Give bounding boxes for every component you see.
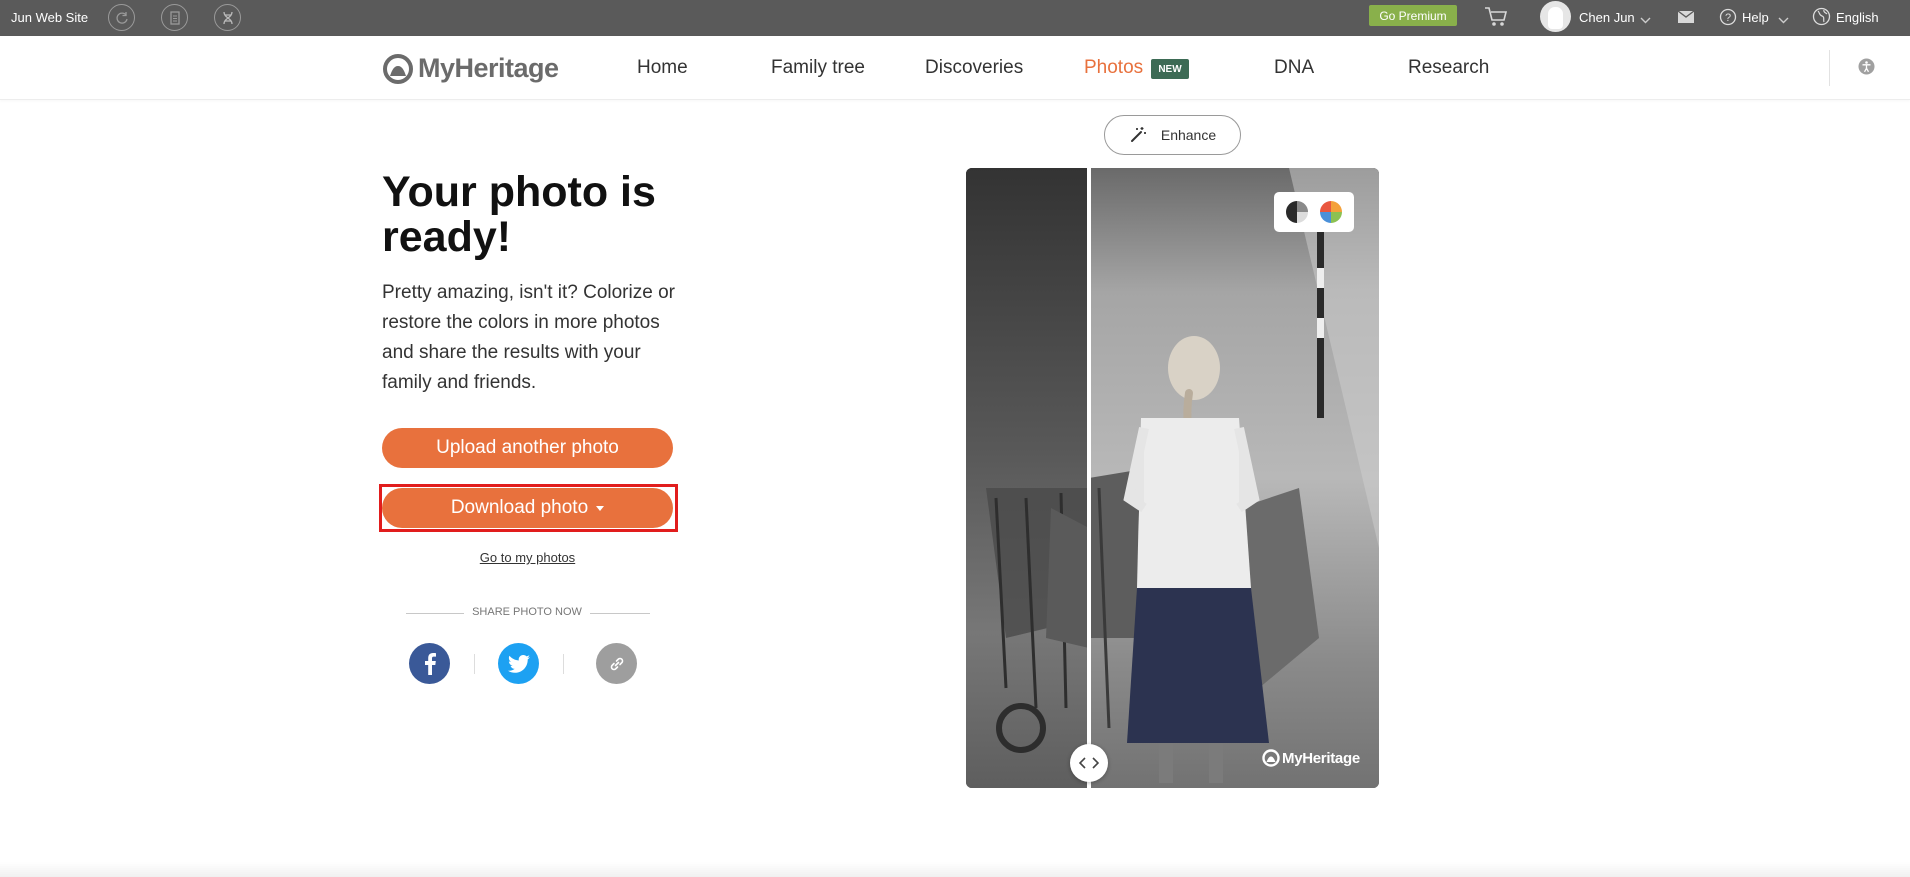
footer-shadow bbox=[0, 862, 1910, 877]
social-divider bbox=[563, 654, 564, 674]
help-menu[interactable]: Help bbox=[1742, 10, 1769, 25]
help-icon[interactable]: ? bbox=[1719, 8, 1737, 29]
accessibility-icon[interactable] bbox=[1858, 58, 1875, 80]
facebook-icon bbox=[424, 652, 436, 675]
drag-arrows-icon bbox=[1079, 757, 1099, 769]
logo-text: MyHeritage bbox=[418, 53, 559, 83]
photo-comparison-viewer[interactable]: MyHeritage bbox=[966, 168, 1379, 788]
chevron-down-icon[interactable] bbox=[1778, 12, 1789, 27]
avatar[interactable] bbox=[1540, 1, 1571, 32]
nav-discoveries[interactable]: Discoveries bbox=[925, 57, 1023, 79]
nav-family-tree[interactable]: Family tree bbox=[771, 57, 865, 79]
share-divider-left bbox=[406, 613, 464, 614]
globe-icon[interactable] bbox=[1812, 7, 1831, 29]
color-mode-toggle[interactable] bbox=[1274, 192, 1354, 232]
site-name-link[interactable]: Jun Web Site bbox=[11, 10, 88, 25]
logo-icon bbox=[383, 53, 413, 84]
page-description: Pretty amazing, isn't it? Colorize or re… bbox=[382, 282, 675, 393]
enhance-label: Enhance bbox=[1160, 127, 1217, 143]
upload-button-label: Upload another photo bbox=[436, 437, 619, 458]
myheritage-watermark: MyHeritage bbox=[1262, 749, 1360, 767]
colorized-photo-half bbox=[1089, 168, 1379, 788]
comparison-divider[interactable] bbox=[1087, 168, 1091, 788]
watermark-text: MyHeritage bbox=[1282, 749, 1360, 767]
upload-another-photo-button[interactable]: Upload another photo bbox=[382, 428, 673, 468]
dna-icon[interactable] bbox=[214, 4, 241, 31]
link-icon bbox=[610, 657, 623, 670]
chevron-down-icon[interactable] bbox=[1640, 12, 1651, 27]
new-badge: NEW bbox=[1151, 59, 1189, 79]
user-name[interactable]: Chen Jun bbox=[1579, 10, 1635, 25]
copy-link-button[interactable] bbox=[596, 643, 637, 684]
go-premium-button[interactable]: Go Premium bbox=[1369, 5, 1457, 26]
mail-icon[interactable] bbox=[1677, 10, 1695, 27]
go-to-my-photos-link[interactable]: Go to my photos bbox=[382, 550, 673, 565]
main-nav: MyHeritage Home Family tree Discoveries … bbox=[0, 36, 1910, 100]
myheritage-logo[interactable]: MyHeritage bbox=[382, 53, 559, 84]
facebook-share-button[interactable] bbox=[409, 643, 450, 684]
language-selector[interactable]: English bbox=[1836, 10, 1879, 25]
svg-text:?: ? bbox=[1725, 12, 1731, 24]
twitter-icon bbox=[507, 654, 530, 673]
page-title: Your photo is ready! bbox=[382, 168, 656, 261]
refresh-icon[interactable] bbox=[108, 4, 135, 31]
download-button-label: Download photo bbox=[450, 497, 589, 518]
nav-home[interactable]: Home bbox=[637, 57, 688, 79]
document-icon[interactable] bbox=[161, 4, 188, 31]
cart-icon[interactable] bbox=[1484, 6, 1508, 31]
share-divider-right bbox=[590, 613, 650, 614]
twitter-share-button[interactable] bbox=[498, 643, 539, 684]
social-divider bbox=[474, 654, 475, 674]
nav-dna[interactable]: DNA bbox=[1274, 57, 1314, 79]
watermark-logo-icon bbox=[1262, 749, 1280, 767]
download-photo-button[interactable]: Download photo bbox=[382, 488, 673, 528]
magic-wand-icon bbox=[1130, 127, 1146, 142]
original-photo-half bbox=[966, 168, 1089, 788]
utility-bar: Jun Web Site Go Premium Chen Jun ? Help … bbox=[0, 0, 1910, 36]
nav-research[interactable]: Research bbox=[1408, 57, 1489, 79]
color-mode-icon[interactable] bbox=[1319, 200, 1343, 224]
comparison-slider-handle[interactable] bbox=[1070, 744, 1108, 782]
nav-photos[interactable]: Photos bbox=[1084, 57, 1143, 79]
enhance-button[interactable]: Enhance bbox=[1104, 115, 1241, 155]
share-photo-label: SHARE PHOTO NOW bbox=[472, 606, 582, 618]
caret-down-icon bbox=[596, 505, 605, 511]
nav-divider bbox=[1829, 50, 1830, 86]
black-white-mode-icon[interactable] bbox=[1285, 200, 1309, 224]
